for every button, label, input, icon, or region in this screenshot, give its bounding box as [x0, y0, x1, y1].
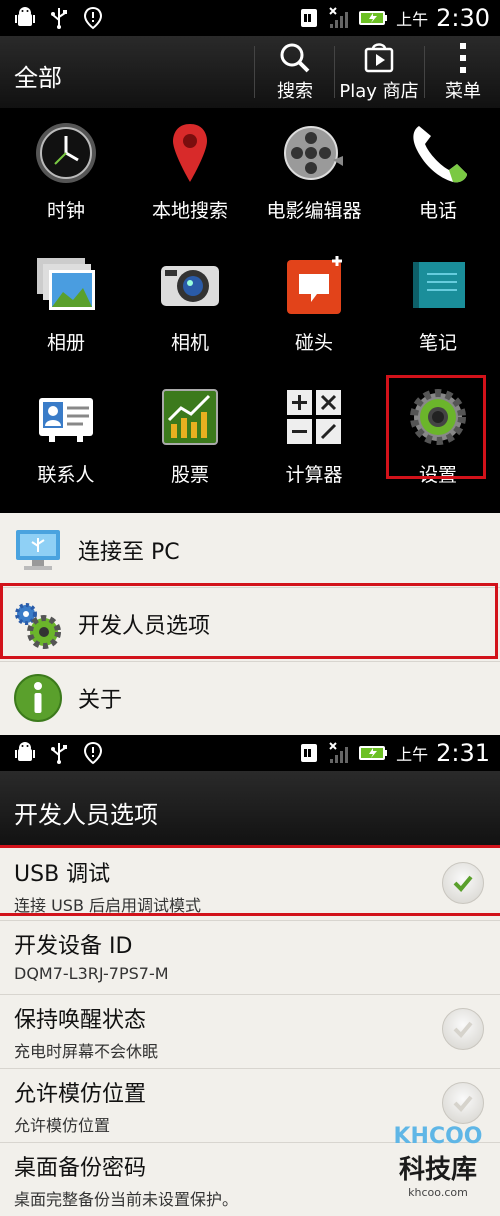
phone-icon	[413, 126, 467, 183]
app-movie-editor[interactable]: 电影编辑器	[252, 108, 376, 238]
computer-usb-icon	[16, 530, 60, 570]
divider	[254, 46, 255, 98]
setting-label: 连接至 PC	[78, 540, 180, 565]
stay-awake-checkbox[interactable]	[442, 1008, 484, 1050]
play-store-button[interactable]: Play 商店	[336, 36, 422, 108]
sim-card-icon	[301, 744, 318, 762]
mock-location-checkbox[interactable]	[442, 1082, 484, 1124]
search-icon	[280, 43, 310, 73]
app-local-search[interactable]: 本地搜索	[128, 108, 252, 238]
option-stay-awake[interactable]: 保持唤醒状态 充电时屏幕不会休眠	[0, 994, 500, 1069]
film-reel-icon	[284, 126, 343, 180]
app-contacts[interactable]: 联系人	[4, 372, 128, 502]
check-icon	[453, 1095, 473, 1112]
app-label: 相册	[46, 332, 85, 354]
signal-icon	[329, 7, 349, 28]
meet-icon	[287, 256, 342, 314]
search-button[interactable]: 搜索	[258, 36, 332, 108]
location-alert-icon	[83, 741, 103, 765]
option-subtitle: 桌面完整备份当前未设置保护。	[14, 1190, 239, 1209]
gallery-icon	[37, 258, 95, 310]
android-debug-icon	[15, 742, 35, 761]
check-icon	[453, 1021, 473, 1038]
sim-card-icon	[301, 9, 318, 27]
play-store-icon	[364, 43, 394, 73]
time-ampm: 上午	[396, 745, 429, 764]
info-icon	[14, 674, 62, 722]
app-label: 计算器	[285, 464, 343, 486]
option-title: 保持唤醒状态	[14, 1008, 147, 1033]
camera-icon	[161, 266, 219, 306]
app-label: 电影编辑器	[266, 200, 362, 222]
app-grid: 时钟 本地搜索 电影编辑器 电话 相册 相机 碰头 笔记 联系人 股票 计算器	[0, 108, 500, 513]
contacts-icon	[39, 398, 93, 442]
highlight-box	[0, 583, 498, 659]
app-label: 本地搜索	[151, 200, 228, 222]
option-subtitle: 允许模仿位置	[14, 1116, 111, 1135]
app-drawer-action-bar: 全部 搜索 Play 商店 菜单	[0, 36, 500, 108]
option-device-id[interactable]: 开发设备 ID DQM7-L3RJ-7PS7-M	[0, 920, 500, 995]
app-gallery[interactable]: 相册	[4, 240, 128, 370]
android-debug-icon	[15, 7, 35, 26]
app-notes[interactable]: 笔记	[376, 240, 500, 370]
setting-label: 关于	[78, 688, 123, 713]
divider	[424, 46, 425, 98]
settings-list: 连接至 PC 开发人员选项 关于	[0, 513, 500, 736]
app-label: 相机	[170, 332, 209, 354]
search-label: 搜索	[277, 81, 313, 102]
app-label: 笔记	[418, 332, 457, 354]
option-subtitle: 充电时屏幕不会休眠	[14, 1042, 159, 1061]
app-camera[interactable]: 相机	[128, 240, 252, 370]
highlight-line	[0, 845, 500, 848]
option-title: 允许模仿位置	[14, 1082, 147, 1107]
page-title: 全部	[14, 64, 62, 92]
clock-time: 2:30	[436, 4, 490, 32]
signal-icon	[329, 742, 349, 763]
usb-icon	[51, 743, 67, 764]
status-bar: 上午 2:30	[0, 0, 500, 36]
option-title: 桌面备份密码	[14, 1156, 147, 1181]
app-label: 股票	[170, 464, 209, 486]
usb-icon	[51, 8, 67, 29]
highlight-box	[386, 375, 486, 479]
app-calculator[interactable]: 计算器	[252, 372, 376, 502]
app-clock[interactable]: 时钟	[4, 108, 128, 238]
app-label: 电话	[418, 200, 457, 222]
watermark-brand: KHCOO	[393, 1124, 483, 1149]
watermark-name: 科技库	[398, 1155, 477, 1185]
app-label: 时钟	[46, 200, 85, 222]
option-subtitle: DQM7-L3RJ-7PS7-M	[14, 964, 169, 983]
app-stocks[interactable]: 股票	[128, 372, 252, 502]
menu-label: 菜单	[445, 81, 481, 102]
battery-icon	[359, 746, 388, 760]
setting-about[interactable]: 关于	[0, 661, 500, 736]
app-phone[interactable]: 电话	[376, 108, 500, 238]
battery-icon	[359, 11, 388, 25]
app-label: 碰头	[294, 332, 333, 354]
option-title: 开发设备 ID	[14, 934, 133, 959]
clock-time: 2:31	[436, 739, 490, 767]
notes-icon	[413, 262, 465, 308]
highlight-line	[0, 848, 500, 916]
stocks-icon	[162, 389, 218, 445]
overflow-menu-icon	[460, 43, 466, 73]
play-store-label: Play 商店	[339, 81, 419, 102]
time-ampm: 上午	[396, 10, 429, 29]
status-bar: 上午 2:31	[0, 735, 500, 771]
app-meet[interactable]: 碰头	[252, 240, 376, 370]
watermark-url: khcoo.com	[408, 1186, 468, 1199]
calculator-icon	[287, 390, 341, 444]
page-title: 开发人员选项	[14, 801, 158, 829]
watermark-logo: KHCOO 科技库 khcoo.com	[390, 1124, 486, 1208]
divider	[334, 46, 335, 98]
menu-button[interactable]: 菜单	[428, 36, 498, 108]
developer-options-header: 开发人员选项	[0, 771, 500, 848]
clock-icon	[36, 123, 96, 183]
app-label: 联系人	[37, 464, 95, 486]
location-alert-icon	[83, 6, 103, 30]
map-pin-icon	[173, 124, 207, 182]
setting-connect-pc[interactable]: 连接至 PC	[0, 513, 500, 588]
